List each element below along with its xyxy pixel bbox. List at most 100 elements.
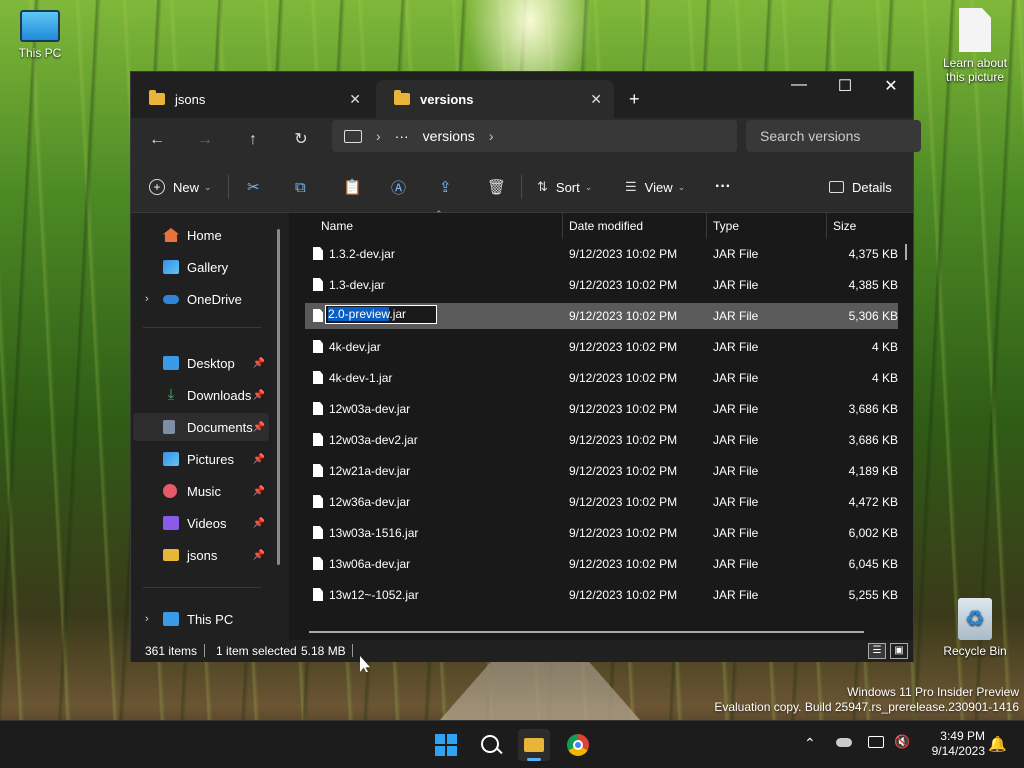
column-header-size[interactable]: Size (833, 213, 856, 239)
document-icon (959, 8, 991, 52)
show-hidden-icons-button[interactable]: ⌃ (804, 735, 816, 752)
sort-indicator-icon: ⌃ (435, 209, 443, 219)
forward-button[interactable]: → (191, 126, 219, 154)
chevron-right-icon[interactable]: › (145, 613, 149, 625)
sidebar-item-home[interactable]: Home (133, 221, 269, 249)
table-row[interactable]: 12w21a-dev.jar 9/12/2023 10:02 PM JAR Fi… (305, 458, 898, 484)
details-button[interactable]: Details (829, 175, 892, 199)
file-icon (313, 464, 323, 477)
details-view-button[interactable]: ☰ (868, 643, 886, 659)
column-divider[interactable] (562, 213, 563, 239)
rename-button[interactable]: Ⓐ (391, 175, 406, 199)
pin-icon[interactable]: 📌 (253, 486, 265, 497)
sidebar-item-videos[interactable]: Videos 📌 (133, 509, 269, 537)
column-divider[interactable] (826, 213, 827, 239)
tiles-view-button[interactable]: ▣ (890, 643, 908, 659)
pin-icon[interactable]: 📌 (253, 550, 265, 561)
table-row[interactable]: 13w03a-1516.jar 9/12/2023 10:02 PM JAR F… (305, 520, 898, 546)
maximize-button[interactable]: ☐ (822, 76, 868, 96)
table-row[interactable]: 13w06a-dev.jar 9/12/2023 10:02 PM JAR Fi… (305, 551, 898, 577)
copy-button[interactable]: ⧉ (295, 175, 306, 199)
sidebar-item-pictures[interactable]: Pictures 📌 (133, 445, 269, 473)
close-tab-icon[interactable]: ✕ (590, 91, 602, 108)
pin-icon[interactable]: 📌 (253, 422, 265, 433)
taskbar-file-explorer[interactable] (518, 729, 550, 761)
refresh-button[interactable]: ↻ (287, 126, 315, 154)
new-button[interactable]: + New ⌄ (149, 175, 212, 199)
tab-jsons[interactable]: jsons ✕ (131, 80, 373, 118)
desktop-icon-recycle-bin[interactable]: ♻ Recycle Bin (935, 598, 1015, 658)
sidebar-item-label: Downloads (187, 387, 252, 403)
sidebar-item-downloads[interactable]: ⤓ Downloads 📌 (133, 381, 269, 409)
onedrive-tray-icon[interactable] (836, 738, 852, 747)
table-row[interactable]: 4k-dev.jar 9/12/2023 10:02 PM JAR File 4… (305, 334, 898, 360)
pin-icon[interactable]: 📌 (253, 390, 265, 401)
paste-button[interactable]: 📋 (343, 175, 362, 199)
rename-input[interactable]: 2.0-preview.jar (325, 305, 437, 324)
chevron-right-icon[interactable]: › (145, 293, 149, 305)
file-date: 9/12/2023 10:02 PM (569, 309, 678, 323)
desktop-icon-this-pc[interactable]: This PC (0, 10, 80, 60)
table-row-selected[interactable]: 2.0-preview.jar 9/12/2023 10:02 PM JAR F… (305, 303, 898, 329)
sidebar-item-this-pc[interactable]: › This PC (133, 605, 269, 633)
up-button[interactable]: ↑ (239, 126, 267, 154)
address-bar[interactable]: › ··· versions › (332, 120, 737, 152)
sort-label: Sort (555, 179, 580, 195)
view-button[interactable]: ☰ View ⌄ (625, 175, 685, 199)
file-date: 9/12/2023 10:02 PM (569, 402, 678, 416)
search-button[interactable] (474, 729, 506, 761)
close-window-button[interactable]: ✕ (868, 76, 914, 96)
pin-icon[interactable]: 📌 (253, 358, 265, 369)
pin-icon[interactable]: 📌 (253, 518, 265, 529)
navigation-pane: Home Gallery › OneDrive Desktop 📌 ⤓ Down… (131, 213, 289, 640)
table-row[interactable]: 12w36a-dev.jar 9/12/2023 10:02 PM JAR Fi… (305, 489, 898, 515)
sidebar-item-music[interactable]: Music 📌 (133, 477, 269, 505)
column-header-date-modified[interactable]: Date modified (569, 213, 643, 239)
breadcrumb-versions[interactable]: versions (423, 128, 475, 144)
sidebar-scrollbar[interactable] (277, 229, 280, 565)
sidebar-item-label: jsons (187, 547, 218, 563)
vertical-scrollbar[interactable] (905, 244, 907, 260)
sidebar-item-desktop[interactable]: Desktop 📌 (133, 349, 269, 377)
file-explorer-window: jsons ✕ versions ✕ + — ☐ ✕ ← → ↑ ↻ › ···… (130, 71, 921, 662)
sidebar-item-jsons[interactable]: jsons 📌 (133, 541, 269, 569)
minimize-button[interactable]: — (776, 76, 822, 94)
new-tab-button[interactable]: + (629, 80, 653, 118)
sidebar-item-onedrive[interactable]: › OneDrive (133, 285, 269, 313)
sort-button[interactable]: ⇅ Sort ⌄ (537, 175, 592, 199)
tab-versions[interactable]: versions ✕ (376, 80, 614, 118)
notification-bell-icon[interactable]: 🔔 (988, 735, 1007, 753)
breadcrumb-ellipsis[interactable]: ··· (395, 128, 409, 144)
start-button[interactable] (430, 729, 462, 761)
search-box[interactable]: Search versions (746, 120, 921, 152)
desktop-icon-learn-about-picture[interactable]: Learn about this picture (935, 8, 1015, 84)
table-row[interactable]: 4k-dev-1.jar 9/12/2023 10:02 PM JAR File… (305, 365, 898, 391)
minimize-icon: — (791, 76, 807, 93)
share-button[interactable]: ⇪ (439, 175, 452, 199)
table-row[interactable]: 13w12~-1052.jar 9/12/2023 10:02 PM JAR F… (305, 582, 898, 608)
taskbar-chrome[interactable] (562, 729, 594, 761)
windows-logo-icon (435, 734, 457, 756)
sidebar-item-gallery[interactable]: Gallery (133, 253, 269, 281)
column-header-type[interactable]: Type (713, 213, 739, 239)
cut-button[interactable]: ✂ (247, 175, 260, 199)
network-icon[interactable] (868, 736, 884, 748)
see-more-button[interactable]: ··· (715, 175, 731, 199)
volume-muted-icon[interactable]: 🔇 (894, 734, 910, 750)
column-divider[interactable] (706, 213, 707, 239)
column-header-name[interactable]: Name (321, 213, 353, 239)
delete-button[interactable]: 🗑 (487, 175, 506, 199)
pin-icon[interactable]: 📌 (253, 454, 265, 465)
close-tab-icon[interactable]: ✕ (349, 91, 361, 108)
sidebar-item-documents[interactable]: Documents 📌 (133, 413, 269, 441)
table-row[interactable]: 12w03a-dev.jar 9/12/2023 10:02 PM JAR Fi… (305, 396, 898, 422)
back-button[interactable]: ← (143, 126, 171, 154)
table-row[interactable]: 1.3.2-dev.jar 9/12/2023 10:02 PM JAR Fil… (305, 241, 898, 267)
details-pane-icon (829, 181, 844, 193)
file-icon (313, 526, 323, 539)
horizontal-scrollbar[interactable] (309, 631, 864, 633)
table-row[interactable]: 1.3-dev.jar 9/12/2023 10:02 PM JAR File … (305, 272, 898, 298)
rename-extension: .jar (389, 307, 407, 321)
table-row[interactable]: 12w03a-dev2.jar 9/12/2023 10:02 PM JAR F… (305, 427, 898, 453)
clock[interactable]: 3:49 PM 9/14/2023 (915, 729, 985, 759)
